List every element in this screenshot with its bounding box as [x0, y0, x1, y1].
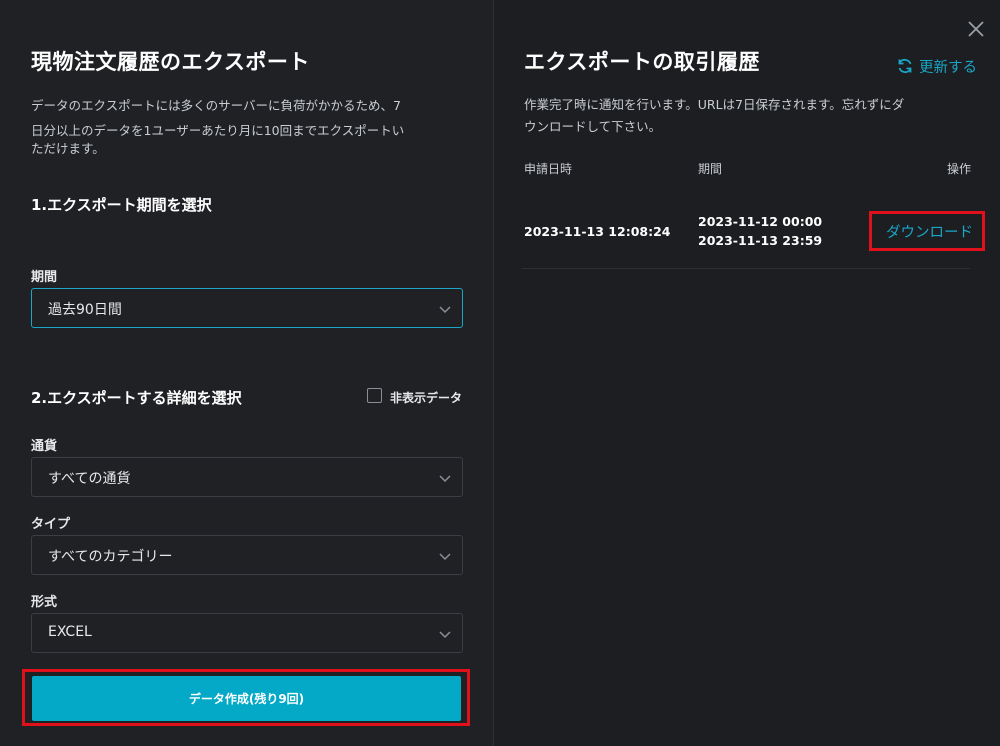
type-label: タイプ	[31, 517, 71, 532]
download-highlight: ダウンロード	[869, 211, 985, 251]
column-period: 期間	[698, 162, 723, 176]
download-link[interactable]: ダウンロード	[886, 221, 973, 242]
chevron-down-icon	[439, 631, 451, 639]
page-title: 現物注文履歴のエクスポート	[31, 50, 310, 74]
currency-select[interactable]: すべての通貨	[31, 457, 463, 497]
format-select[interactable]: EXCEL	[31, 613, 463, 653]
create-data-button[interactable]: データ作成(残り9回)	[32, 676, 461, 721]
description-line-1: データのエクスポートには多くのサーバーに負荷がかかるため、7	[31, 98, 401, 113]
row-requested-at: 2023-11-13 12:08:24	[524, 224, 671, 239]
description-line-3: ただけます。	[31, 141, 105, 156]
chevron-down-icon	[439, 306, 451, 314]
period-select-value: 過去90日間	[48, 302, 122, 318]
create-button-highlight: データ作成(残り9回)	[22, 669, 470, 726]
column-requested-at: 申請日時	[524, 162, 573, 176]
column-action: 操作	[947, 162, 972, 176]
export-modal: 現物注文履歴のエクスポート データのエクスポートには多くのサーバーに負荷がかかる…	[0, 0, 1000, 746]
chevron-down-icon	[439, 475, 451, 483]
refresh-label: 更新する	[919, 60, 977, 76]
row-divider	[522, 268, 970, 269]
export-settings-panel: 現物注文履歴のエクスポート データのエクスポートには多くのサーバーに負荷がかかる…	[0, 0, 493, 746]
notice-line-2: ウンロードして下さい。	[524, 119, 662, 134]
currency-select-value: すべての通貨	[48, 471, 131, 487]
type-select[interactable]: すべてのカテゴリー	[31, 535, 463, 575]
section-details-heading: 2.エクスポートする詳細を選択	[31, 389, 242, 407]
period-select[interactable]: 過去90日間	[31, 288, 463, 328]
refresh-icon	[898, 58, 912, 74]
hidden-data-label: 非表示データ	[390, 391, 463, 405]
chevron-down-icon	[439, 553, 451, 561]
currency-label: 通貨	[31, 439, 58, 454]
row-period-start: 2023-11-12 00:00	[698, 214, 823, 229]
hidden-data-checkbox[interactable]	[367, 388, 382, 403]
row-period-end: 2023-11-13 23:59	[698, 233, 823, 248]
period-label: 期間	[31, 270, 58, 285]
type-select-value: すべてのカテゴリー	[48, 549, 173, 565]
format-select-value: EXCEL	[48, 624, 92, 640]
close-icon[interactable]	[964, 17, 988, 41]
format-label: 形式	[31, 595, 58, 610]
create-data-button-label: データ作成(残り9回)	[188, 692, 305, 706]
section-period-heading: 1.エクスポート期間を選択	[31, 196, 212, 214]
history-title: エクスポートの取引履歴	[524, 50, 760, 74]
